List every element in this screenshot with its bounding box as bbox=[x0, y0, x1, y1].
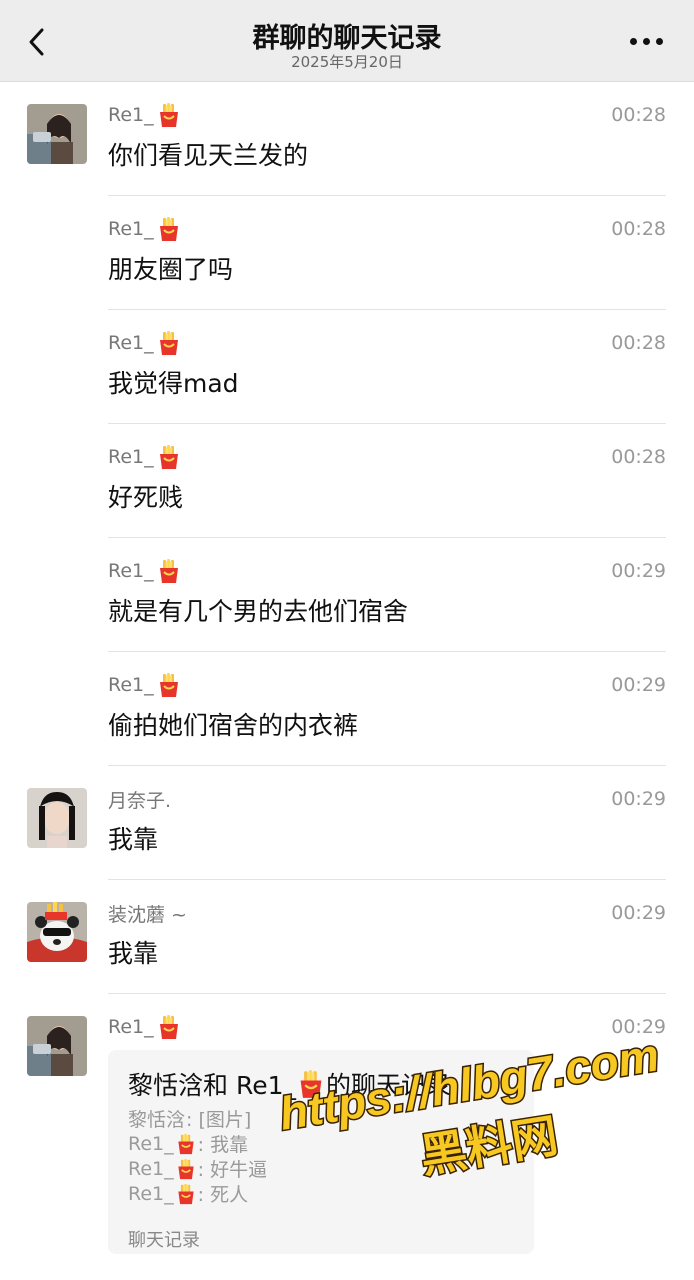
message-item: Re1_ 00:29 就是有几个男的去他们宿舍 bbox=[0, 538, 694, 652]
card-preview-lines: 黎恬浛 : [图片] Re1_ : 我靠 Re1_ : 好牛逼 Re1_ : 死… bbox=[128, 1106, 267, 1206]
message-time: 00:28 bbox=[611, 446, 666, 468]
chat-history-header: 群聊的聊天记录 2025年5月20日 bbox=[0, 0, 694, 82]
message-time: 00:29 bbox=[611, 902, 666, 924]
sender-name: 月奈子. bbox=[108, 790, 172, 812]
message-time: 00:29 bbox=[611, 674, 666, 696]
sender-name: Re1_ bbox=[108, 216, 182, 242]
message-item: Re1_ 00:28 我觉得mad bbox=[0, 310, 694, 424]
chat-history-card[interactable]: 黎恬浛和 Re1_ 的聊天记录 黎恬浛 : [图片] Re1_ : 我靠 Re1… bbox=[108, 1050, 534, 1254]
sender-name: Re1_ bbox=[108, 1014, 182, 1040]
message-text: 朋友圈了吗 bbox=[108, 255, 234, 284]
fries-icon bbox=[156, 330, 182, 356]
message-text: 我觉得mad bbox=[108, 369, 239, 398]
message-time: 00:28 bbox=[611, 332, 666, 354]
fries-icon bbox=[175, 1158, 197, 1180]
sender-name: Re1_ bbox=[108, 330, 182, 356]
page-date: 2025年5月20日 bbox=[291, 53, 403, 71]
message-item: Re1_ 00:28 朋友圈了吗 bbox=[0, 196, 694, 310]
message-text: 我靠 bbox=[108, 939, 159, 968]
message-list[interactable]: Re1_ 00:28 你们看见天兰发的 Re1_ 00:28 朋友圈了吗 Re1… bbox=[0, 82, 694, 1280]
sender-name: Re1_ bbox=[108, 672, 182, 698]
card-title: 黎恬浛和 Re1_ 的聊天记录 bbox=[128, 1069, 451, 1100]
message-text: 偷拍她们宿舍的内衣裤 bbox=[108, 711, 359, 740]
fries-icon bbox=[156, 444, 182, 470]
fries-icon bbox=[296, 1069, 326, 1099]
fries-icon bbox=[156, 672, 182, 698]
message-time: 00:29 bbox=[611, 1016, 666, 1038]
card-footer-label: 聊天记录 bbox=[128, 1230, 200, 1251]
message-time: 00:28 bbox=[611, 104, 666, 126]
message-text: 我靠 bbox=[108, 825, 159, 854]
message-time: 00:29 bbox=[611, 788, 666, 810]
message-item: 月奈子. 00:29 我靠 bbox=[0, 766, 694, 880]
card-preview-line: Re1_ : 我靠 bbox=[128, 1132, 249, 1156]
card-preview-line: 黎恬浛 : [图片] bbox=[128, 1109, 252, 1131]
sender-name: Re1_ bbox=[108, 102, 182, 128]
avatar[interactable] bbox=[27, 788, 87, 848]
sender-name: Re1_ bbox=[108, 558, 182, 584]
message-text: 就是有几个男的去他们宿舍 bbox=[108, 597, 409, 626]
more-options-button[interactable] bbox=[630, 36, 664, 48]
message-text: 你们看见天兰发的 bbox=[108, 141, 309, 170]
avatar[interactable] bbox=[27, 104, 87, 164]
fries-icon bbox=[156, 1014, 182, 1040]
message-item: Re1_ 00:28 好死贱 bbox=[0, 424, 694, 538]
fries-icon bbox=[156, 558, 182, 584]
page-title: 群聊的聊天记录 bbox=[252, 23, 442, 54]
avatar[interactable] bbox=[27, 1016, 87, 1076]
avatar[interactable] bbox=[27, 902, 87, 962]
message-text: 好死贱 bbox=[108, 483, 184, 512]
message-item: Re1_ 00:29 偷拍她们宿舍的内衣裤 bbox=[0, 652, 694, 766]
sender-name: 装沈蘑 ~ bbox=[108, 904, 187, 926]
message-item: 装沈蘑 ~ 00:29 我靠 bbox=[0, 880, 694, 994]
message-item: Re1_ 00:28 你们看见天兰发的 bbox=[0, 82, 694, 196]
more-dots-icon bbox=[630, 38, 637, 45]
fries-icon bbox=[175, 1133, 197, 1155]
sender-name: Re1_ bbox=[108, 444, 182, 470]
message-item: Re1_ 00:29 黎恬浛和 Re1_ 的聊天记录 黎恬浛 : [图片] Re… bbox=[0, 994, 694, 1280]
fries-icon bbox=[156, 102, 182, 128]
message-time: 00:29 bbox=[611, 560, 666, 582]
fries-icon bbox=[175, 1183, 197, 1205]
fries-icon bbox=[156, 216, 182, 242]
card-preview-line: Re1_ : 好牛逼 bbox=[128, 1157, 268, 1181]
message-time: 00:28 bbox=[611, 218, 666, 240]
card-preview-line: Re1_ : 死人 bbox=[128, 1182, 249, 1206]
